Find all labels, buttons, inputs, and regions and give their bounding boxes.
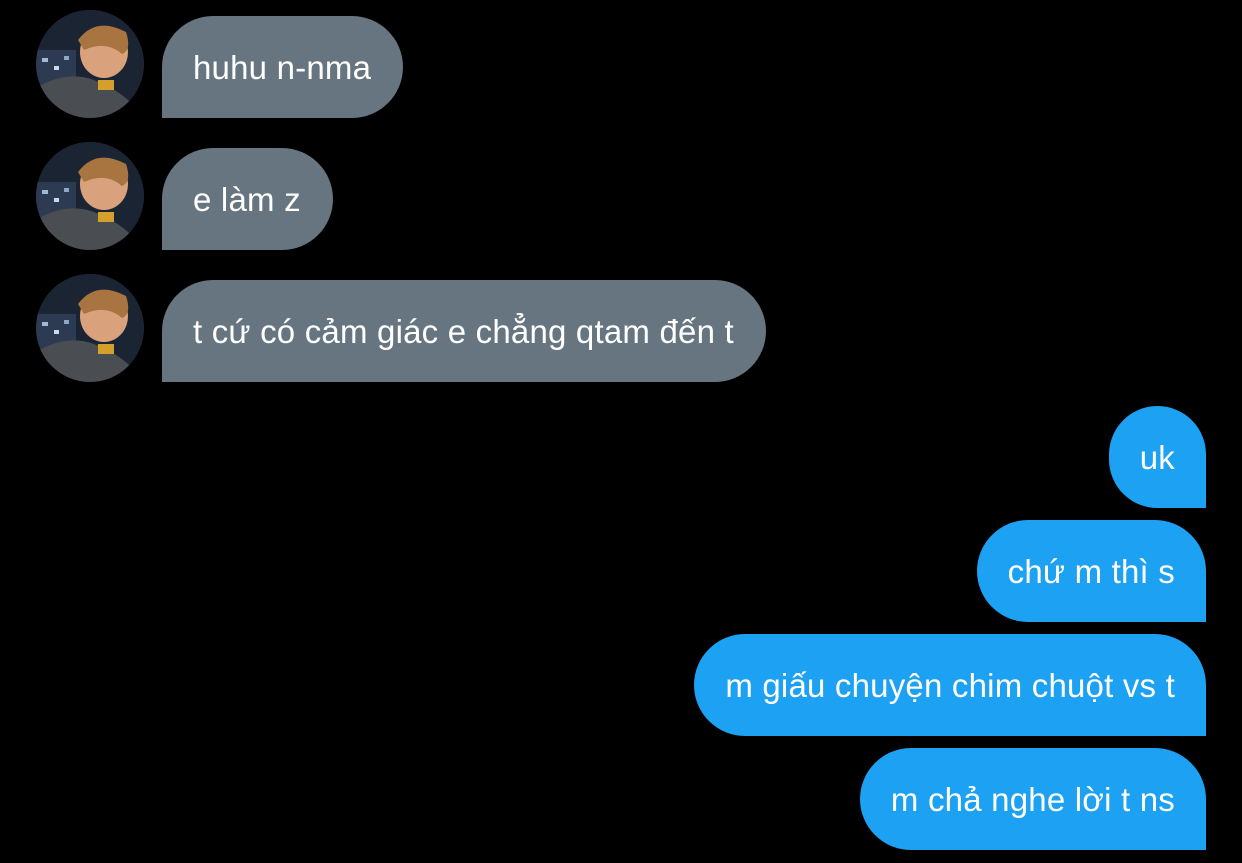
message-text: chứ m thì s (1007, 552, 1175, 590)
avatar-photo-icon (36, 274, 144, 382)
incoming-message-bubble[interactable]: e làm z (162, 148, 333, 250)
incoming-message-bubble[interactable]: huhu n-nma (162, 16, 404, 118)
sender-avatar[interactable] (36, 142, 144, 250)
message-text: m giấu chuyện chim chuột vs t (725, 666, 1175, 704)
sender-avatar[interactable] (36, 10, 144, 118)
message-text: huhu n-nma (193, 48, 372, 86)
message-text: t cứ có cảm giác e chẳng qtam đến t (193, 312, 734, 350)
sender-avatar[interactable] (36, 274, 144, 382)
message-text: e làm z (193, 180, 301, 218)
outgoing-message-bubble[interactable]: uk (1108, 406, 1206, 508)
avatar-photo-icon (36, 142, 144, 250)
message-text: uk (1139, 438, 1175, 476)
avatar-photo-icon (36, 10, 144, 118)
outgoing-message-bubble[interactable]: chứ m thì s (976, 520, 1206, 622)
message-thread: huhu n-nma e làm z t cứ có cảm giác e ch… (0, 0, 1242, 863)
outgoing-message-bubble[interactable]: m giấu chuyện chim chuột vs t (694, 634, 1206, 736)
incoming-message-bubble[interactable]: t cứ có cảm giác e chẳng qtam đến t (162, 280, 766, 382)
outgoing-message-bubble[interactable]: m chả nghe lời t ns (859, 748, 1206, 850)
message-text: m chả nghe lời t ns (890, 780, 1175, 818)
